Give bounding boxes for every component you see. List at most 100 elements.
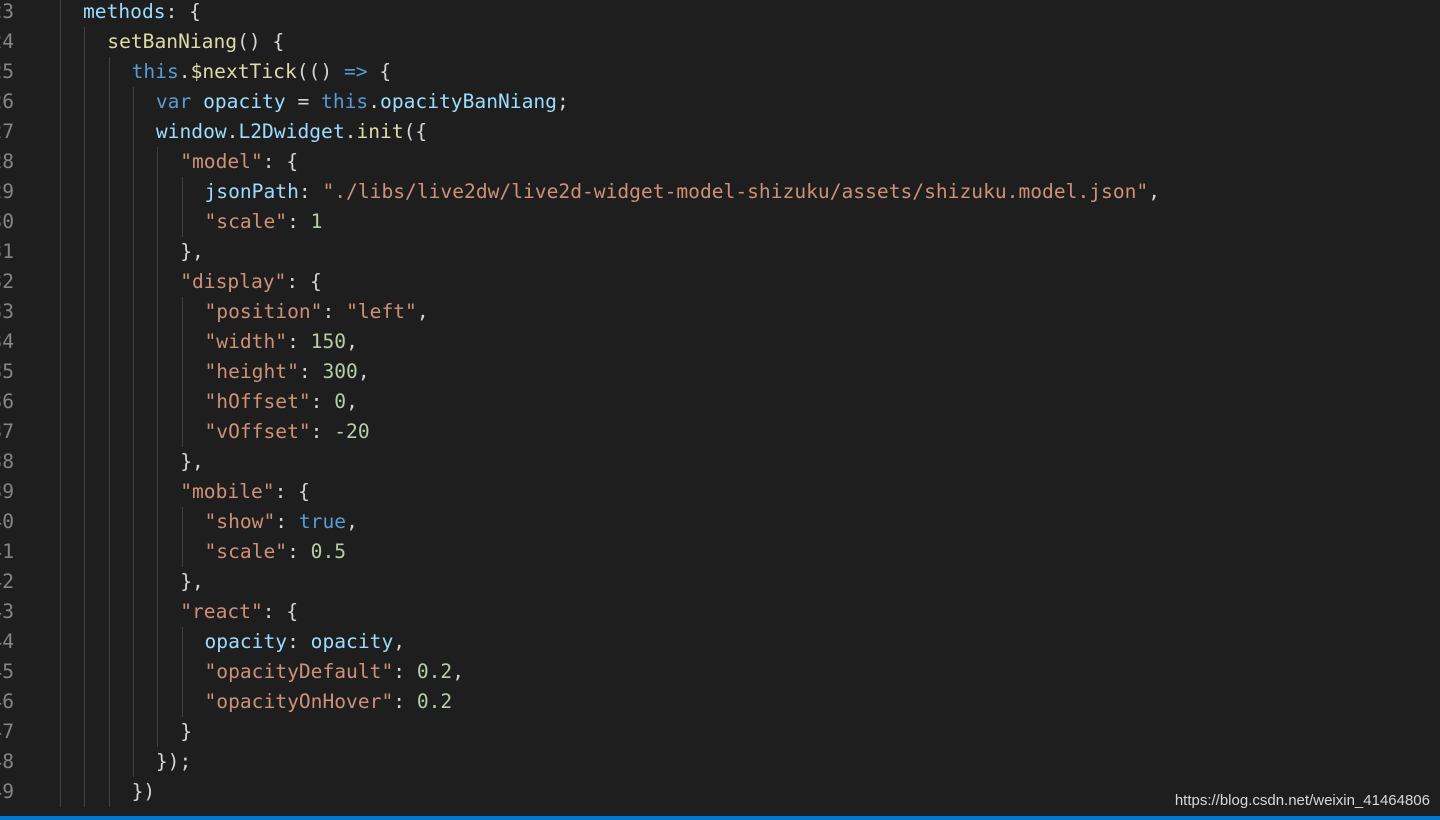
code-line[interactable]: 46 "opacityOnHover": 0.2 <box>0 687 1440 717</box>
code-token: methods <box>83 0 166 23</box>
code-line[interactable]: 36 "hOffset": 0, <box>0 387 1440 417</box>
line-text: "height": 300, <box>205 357 370 387</box>
watermark-url: https://blog.csdn.net/weixin_41464806 <box>1174 792 1430 809</box>
line-text: opacity: opacity, <box>205 627 406 657</box>
code-token: , <box>346 330 358 353</box>
indent-guide <box>132 177 134 207</box>
line-number: 24 <box>0 30 14 53</box>
indent-guide <box>108 537 110 567</box>
indent-guide <box>60 0 61 27</box>
code-token: ({ <box>403 120 428 143</box>
line-number: 48 <box>0 750 14 773</box>
code-line[interactable]: 45 "opacityDefault": 0.2, <box>0 657 1440 687</box>
code-token: "opacityOnHover" <box>204 690 394 713</box>
code-token: : <box>310 420 335 443</box>
indent-guide <box>108 117 110 147</box>
indent-guide <box>132 477 134 507</box>
line-text: "width": 150, <box>205 327 358 357</box>
line-number: 44 <box>0 630 14 653</box>
code-line[interactable]: 39 "mobile": { <box>0 477 1440 507</box>
code-lines[interactable]: 23methods: { 24 setBanNiang() {25this.$nex… <box>0 0 1440 807</box>
line-text: } <box>180 717 192 747</box>
code-token: "scale" <box>204 540 288 563</box>
code-token: : <box>287 540 311 563</box>
indent-guide <box>181 417 183 447</box>
code-token: 0.2 <box>416 660 453 683</box>
code-line[interactable]: 41 "scale": 0.5 <box>0 537 1440 567</box>
line-number: 27 <box>0 120 14 143</box>
indent-guide <box>132 687 134 717</box>
code-line[interactable]: 35 "height": 300, <box>0 357 1440 387</box>
code-line[interactable]: 29 jsonPath: "./libs/live2dw/live2d-widge… <box>0 177 1440 207</box>
indent-guide <box>84 117 86 147</box>
line-number: 45 <box>0 660 14 683</box>
indent-guide <box>108 267 110 297</box>
indent-guide <box>84 237 86 267</box>
indent-guide <box>84 207 86 237</box>
indent-guide <box>60 267 61 297</box>
code-token: : { <box>165 0 201 23</box>
code-token: : { <box>274 480 310 503</box>
indent-guide <box>84 627 86 657</box>
code-line[interactable]: 26 var opacity = this.opacityBanNiang; <box>0 87 1440 117</box>
code-line[interactable]: 32 "display": { <box>0 267 1440 297</box>
indent-guide <box>84 567 86 597</box>
code-line[interactable]: 40 "show": true, <box>0 507 1440 537</box>
line-number: 33 <box>0 300 14 323</box>
code-token: ; <box>556 90 569 113</box>
line-text: setBanNiang() { <box>107 27 284 57</box>
code-token: , <box>1148 180 1161 203</box>
code-token: jsonPath <box>204 180 299 203</box>
indent-guide <box>108 357 110 387</box>
code-line[interactable]: 44 opacity: opacity, <box>0 627 1440 657</box>
code-line[interactable]: 24 setBanNiang() { <box>0 27 1440 57</box>
line-text: "vOffset": -20 <box>205 417 370 447</box>
code-line[interactable]: 25 this.$nextTick(() => { <box>0 57 1440 87</box>
code-token: setBanNiang <box>107 30 238 53</box>
indent-guide <box>60 387 61 417</box>
code-token: this <box>131 60 179 83</box>
indent-guide <box>60 747 61 777</box>
indent-guide <box>132 357 134 387</box>
code-token: true <box>298 510 347 533</box>
code-line[interactable]: 47} <box>0 717 1440 747</box>
indent-guide <box>108 417 110 447</box>
code-line[interactable]: 48}); <box>0 747 1440 777</box>
code-line[interactable]: 43 "react": { <box>0 597 1440 627</box>
code-token: { <box>367 60 392 83</box>
code-line[interactable]: 30 "scale": 1 <box>0 207 1440 237</box>
code-token: : <box>298 180 323 203</box>
indent-guide <box>108 717 110 747</box>
code-line[interactable]: 28 "model": { <box>0 147 1440 177</box>
code-token: : <box>287 330 311 353</box>
indent-guide <box>132 237 134 267</box>
code-line[interactable]: 23 methods: { <box>0 0 1440 27</box>
code-line[interactable]: 34 "width": 150, <box>0 327 1440 357</box>
line-text: "show": true, <box>205 507 358 537</box>
code-line[interactable]: 38}, <box>0 447 1440 477</box>
indent-guide <box>132 507 134 537</box>
indent-guide <box>108 57 110 87</box>
code-line[interactable]: 31}, <box>0 237 1440 267</box>
code-token: . <box>344 120 357 143</box>
indent-guide <box>108 237 110 267</box>
code-line[interactable]: 37 "vOffset": -20 <box>0 417 1440 447</box>
indent-guide <box>108 567 110 597</box>
code-editor[interactable]: 23methods: { 24 setBanNiang() {25this.$nex… <box>0 0 1440 820</box>
indent-guide <box>132 117 134 147</box>
code-token: opacity <box>203 90 286 113</box>
code-token: "react" <box>180 600 263 623</box>
indent-guide <box>132 267 134 297</box>
line-number: 31 <box>0 240 14 263</box>
line-text: "hOffset": 0, <box>205 387 358 417</box>
indent-guide <box>181 357 183 387</box>
indent-guide <box>84 147 86 177</box>
indent-guide <box>157 297 159 327</box>
indent-guide <box>60 717 61 747</box>
indent-guide <box>60 657 61 687</box>
code-line[interactable]: 33 "position": "left", <box>0 297 1440 327</box>
indent-guide <box>157 237 159 267</box>
code-line[interactable]: 27window.L2Dwidget.init({ <box>0 117 1440 147</box>
code-line[interactable]: 42}, <box>0 567 1440 597</box>
indent-guide <box>84 747 86 777</box>
